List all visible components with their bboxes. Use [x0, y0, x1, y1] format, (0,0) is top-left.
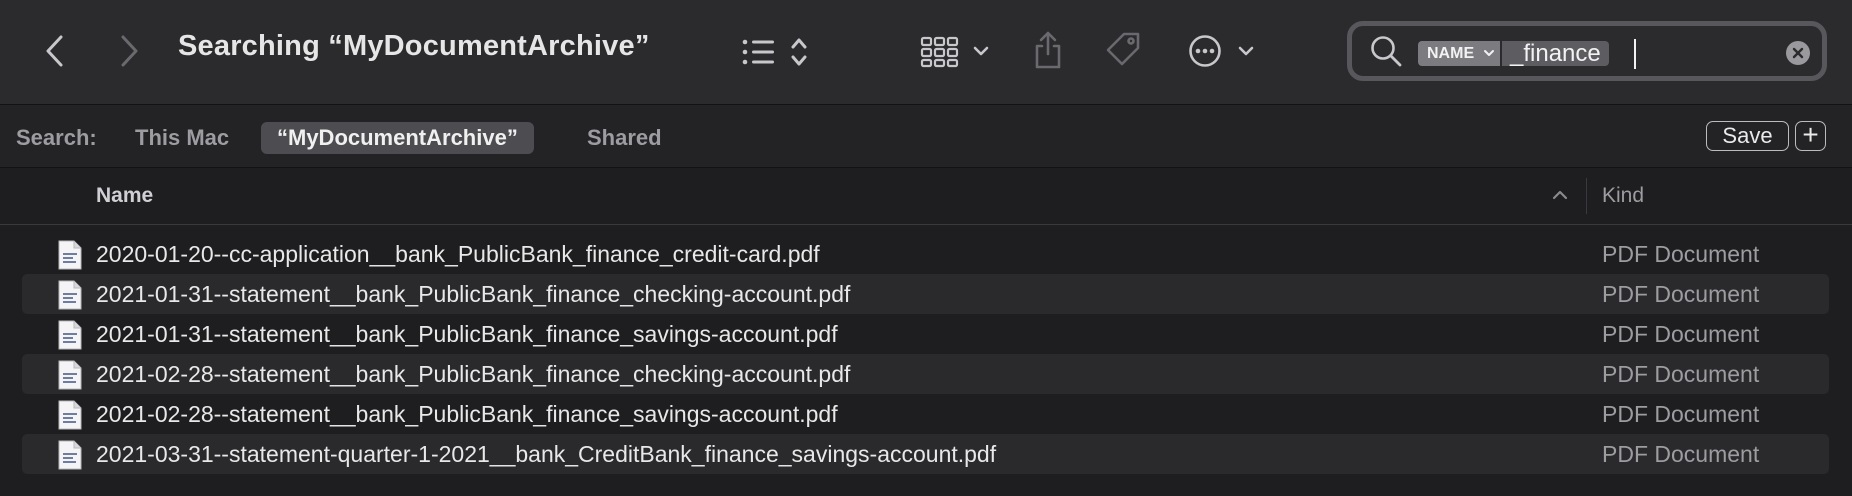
search-icon	[1371, 36, 1402, 67]
search-scope-bar: Search: This Mac “MyDocumentArchive” Sha…	[0, 105, 1852, 168]
file-row[interactable]: 2020-01-20--cc-application__bank_PublicB…	[22, 234, 1829, 274]
file-row[interactable]: 2021-02-28--statement__bank_PublicBank_f…	[22, 394, 1829, 434]
column-header-name[interactable]: Name	[96, 184, 153, 208]
chevron-left-icon[interactable]	[44, 34, 66, 68]
file-name: 2021-02-28--statement__bank_PublicBank_f…	[96, 401, 838, 427]
pdf-file-icon	[58, 440, 82, 470]
pdf-file-icon	[58, 240, 82, 270]
file-row[interactable]: 2021-03-31--statement-quarter-1-2021__ba…	[22, 434, 1829, 474]
pdf-file-icon	[58, 280, 82, 310]
chevron-right-icon[interactable]	[118, 34, 140, 68]
sort-ascending-icon[interactable]	[1551, 189, 1569, 201]
search-token-attribute[interactable]: NAME	[1418, 41, 1500, 66]
chevron-down-icon[interactable]	[972, 45, 990, 57]
file-row[interactable]: 2021-02-28--statement__bank_PublicBank_f…	[22, 354, 1829, 394]
chevron-down-icon[interactable]	[1237, 45, 1255, 57]
file-row[interactable]: 2021-01-31--statement__bank_PublicBank_f…	[22, 314, 1829, 354]
add-criteria-label: +	[1802, 119, 1819, 150]
pdf-file-icon	[58, 360, 82, 390]
file-name: 2020-01-20--cc-application__bank_PublicB…	[96, 241, 820, 267]
file-list: 2020-01-20--cc-application__bank_PublicB…	[0, 234, 1852, 474]
add-criteria-button[interactable]: +	[1795, 119, 1826, 151]
file-name: 2021-01-31--statement__bank_PublicBank_f…	[96, 321, 838, 347]
search-scope-label: Search:	[16, 125, 97, 150]
file-kind: PDF Document	[1602, 441, 1760, 467]
search-token-attribute-label: NAME	[1427, 45, 1475, 62]
file-kind: PDF Document	[1602, 321, 1760, 347]
window-title: Searching “MyDocumentArchive”	[178, 30, 650, 62]
scope-shared[interactable]: Shared	[587, 122, 662, 154]
clear-search-button[interactable]	[1786, 41, 1810, 65]
search-field[interactable]: NAME _finance	[1347, 21, 1827, 81]
file-kind: PDF Document	[1602, 361, 1760, 387]
grid-view-icon[interactable]	[920, 36, 960, 68]
file-name: 2021-01-31--statement__bank_PublicBank_f…	[96, 281, 851, 307]
pdf-file-icon	[58, 400, 82, 430]
close-icon	[1792, 47, 1804, 59]
text-caret	[1634, 39, 1636, 69]
column-header: Name Kind	[0, 168, 1852, 225]
save-search-button[interactable]: Save	[1706, 121, 1789, 151]
file-name: 2021-02-28--statement__bank_PublicBank_f…	[96, 361, 851, 387]
column-divider[interactable]	[1586, 178, 1587, 214]
column-header-kind[interactable]: Kind	[1602, 184, 1644, 208]
scope-current-folder[interactable]: “MyDocumentArchive”	[261, 122, 534, 154]
pdf-file-icon	[58, 320, 82, 350]
share-icon[interactable]	[1032, 30, 1064, 70]
file-kind: PDF Document	[1602, 241, 1760, 267]
file-kind: PDF Document	[1602, 401, 1760, 427]
chevron-down-icon	[1484, 50, 1494, 56]
more-actions-icon[interactable]	[1188, 34, 1222, 68]
toolbar: Searching “MyDocumentArchive” NAME _fina…	[0, 0, 1852, 105]
file-row[interactable]: 2021-01-31--statement__bank_PublicBank_f…	[22, 274, 1829, 314]
tag-icon[interactable]	[1104, 30, 1144, 70]
list-view-icon[interactable]	[742, 38, 776, 66]
file-name: 2021-03-31--statement-quarter-1-2021__ba…	[96, 441, 997, 467]
search-token-value[interactable]: _finance	[1502, 41, 1609, 66]
file-kind: PDF Document	[1602, 281, 1760, 307]
scope-this-mac[interactable]: This Mac	[135, 122, 229, 154]
sort-updown-icon[interactable]	[790, 36, 808, 68]
